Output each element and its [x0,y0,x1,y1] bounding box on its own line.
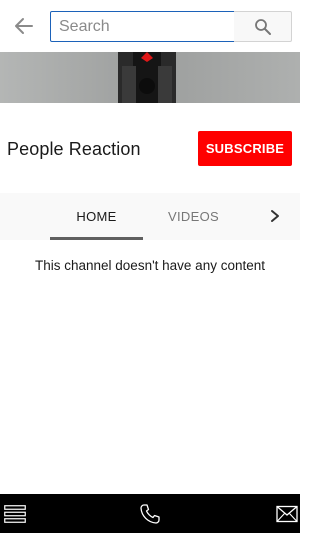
envelope-icon [276,505,298,523]
app-page: People Reaction SUBSCRIBE HOME VIDEOS Th… [0,0,300,533]
call-button[interactable] [138,502,162,526]
tab-videos[interactable]: VIDEOS [147,193,240,240]
mail-button[interactable] [275,502,299,526]
banner-image [0,52,300,103]
bottom-bar [0,494,300,533]
subscribe-button[interactable]: SUBSCRIBE [198,131,292,166]
arrow-left-icon [15,18,33,34]
magnifier-icon [254,18,271,35]
phone-icon [140,504,160,524]
channel-banner [0,52,300,103]
channel-header: People Reaction SUBSCRIBE [0,103,300,193]
top-search-bar [0,0,300,52]
channel-tabs: HOME VIDEOS [0,193,300,240]
tab-home[interactable]: HOME [50,193,143,240]
menu-button[interactable] [4,502,26,526]
empty-state-message: This channel doesn't have any content [35,258,265,273]
channel-name: People Reaction [7,139,141,159]
back-button[interactable] [10,12,38,40]
chevron-right-icon [271,210,279,222]
hamburger-menu-icon [4,505,26,523]
search-button[interactable] [234,11,292,42]
tabs-scroll-right-button[interactable] [262,202,288,230]
search-input[interactable] [50,11,235,42]
